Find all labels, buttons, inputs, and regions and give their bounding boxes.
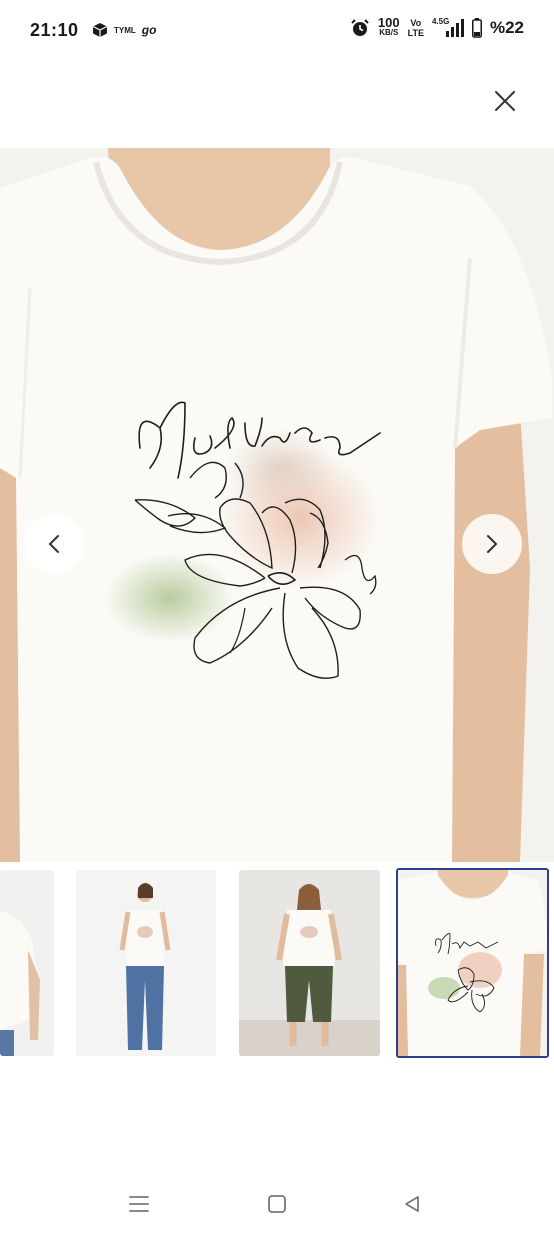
alarm-icon xyxy=(351,19,369,36)
thumbnail-3[interactable] xyxy=(239,870,380,1056)
back-icon xyxy=(405,1196,419,1212)
volte-indicator: Vo LTE xyxy=(408,18,424,38)
package-icon xyxy=(92,23,108,37)
tshirt-photo xyxy=(0,148,554,862)
thumbnail-strip xyxy=(0,868,554,1058)
previous-image-button[interactable] xyxy=(24,514,84,574)
recents-button[interactable] xyxy=(125,1190,153,1218)
home-button[interactable] xyxy=(263,1190,291,1218)
thumbnail-1[interactable] xyxy=(0,870,54,1056)
chevron-right-icon xyxy=(487,535,498,553)
network-speed-unit: KB/S xyxy=(379,28,399,37)
volte-top: Vo xyxy=(410,18,422,28)
network-speed: 100 KB/S xyxy=(377,15,400,38)
status-bar: 21:10 TYML go 100 KB/S Vo LTE 4.5G %22 xyxy=(0,0,554,64)
battery-percentage: %22 xyxy=(489,18,524,37)
close-icon xyxy=(495,91,515,111)
thumbnail-2[interactable] xyxy=(76,870,216,1056)
signal-icon: 4.5G xyxy=(431,17,464,37)
thumbnail-4-selected[interactable] xyxy=(396,868,549,1058)
product-main-image[interactable] xyxy=(0,148,554,862)
status-notification-icons: TYML go xyxy=(92,22,156,38)
system-navigation-bar xyxy=(0,1168,554,1238)
chevron-left-icon xyxy=(48,535,59,553)
status-right-icons: 100 KB/S Vo LTE 4.5G %22 xyxy=(350,15,524,38)
go-badge: go xyxy=(141,23,157,37)
recents-icon xyxy=(129,1196,149,1212)
back-button[interactable] xyxy=(398,1190,426,1218)
battery-icon xyxy=(471,18,482,38)
network-type: 4.5G xyxy=(431,17,450,26)
volte-bottom: LTE xyxy=(407,28,424,38)
status-time: 21:10 xyxy=(30,20,79,40)
next-image-button[interactable] xyxy=(462,514,522,574)
app-badge: TYML xyxy=(114,25,136,35)
close-button[interactable] xyxy=(490,86,520,116)
network-speed-value: 100 xyxy=(377,15,400,30)
home-icon xyxy=(268,1195,286,1213)
